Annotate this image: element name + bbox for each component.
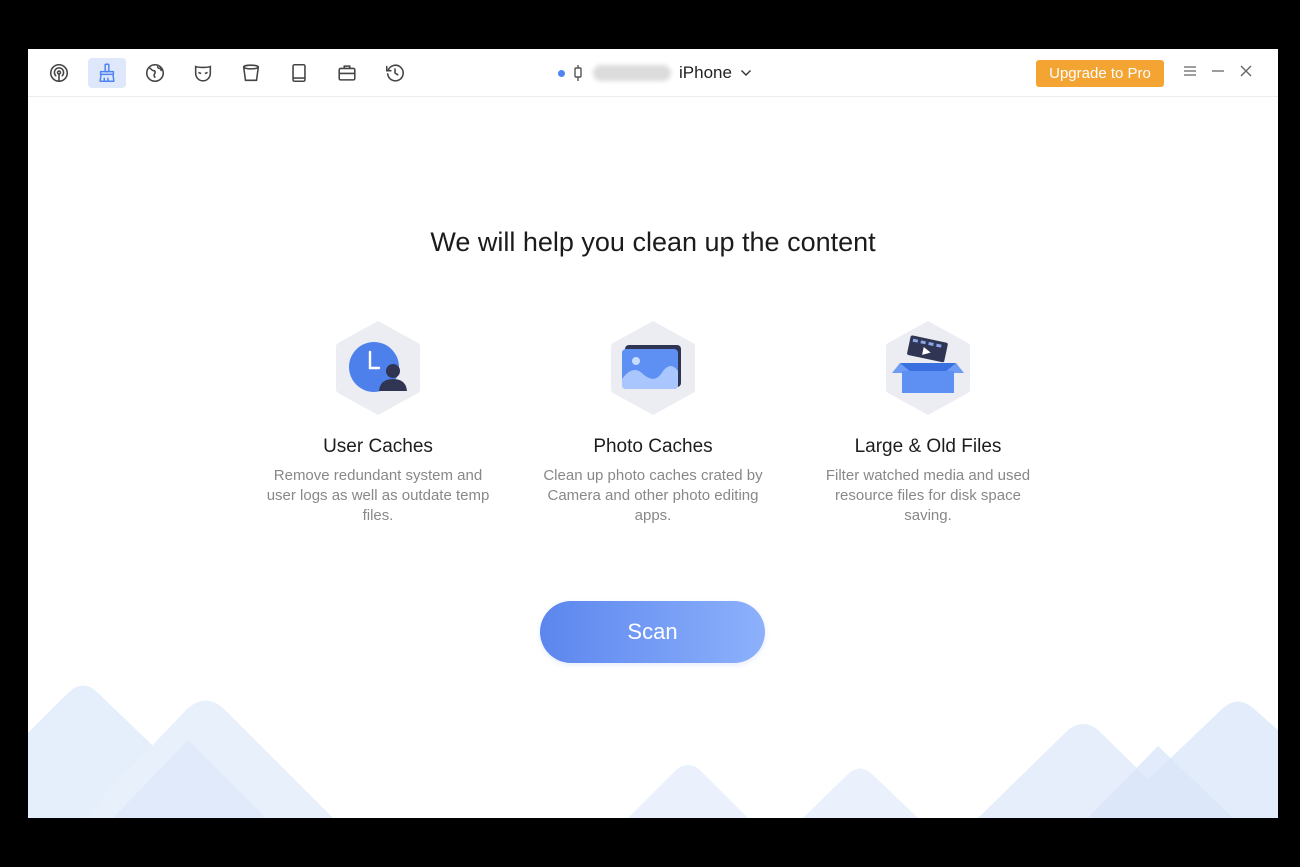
- scan-button[interactable]: Scan: [540, 601, 765, 663]
- book-icon[interactable]: [280, 58, 318, 88]
- page-headline: We will help you clean up the content: [430, 227, 876, 257]
- title-bar: iPhone Upgrade to Pro: [28, 49, 1278, 97]
- feature-user-caches: User Caches Remove redundant system and …: [263, 319, 493, 526]
- feature-description: Clean up photo caches crated by Camera a…: [543, 467, 763, 524]
- box-files-icon: [886, 321, 970, 415]
- feature-title: Large & Old Files: [854, 436, 1002, 457]
- feature-description: Filter watched media and used resource f…: [825, 467, 1031, 524]
- user-clock-icon: [336, 321, 420, 415]
- chevron-down-icon: [740, 70, 751, 76]
- device-owner-name-redacted: [593, 65, 671, 81]
- feature-title: User Caches: [323, 436, 433, 457]
- feature-large-old-files: Large & Old Files Filter watched media a…: [813, 319, 1043, 526]
- menu-icon[interactable]: [1180, 61, 1200, 81]
- briefcase-icon[interactable]: [328, 58, 366, 88]
- background-mountains: [28, 685, 1278, 818]
- app-window: iPhone Upgrade to Pro We will help you c…: [28, 49, 1278, 818]
- globe-icon[interactable]: [136, 58, 174, 88]
- feature-photo-caches: Photo Caches Clean up photo caches crate…: [538, 319, 768, 526]
- connection-status-dot: [558, 69, 565, 77]
- close-icon[interactable]: [1236, 61, 1256, 81]
- feature-title: Photo Caches: [593, 436, 713, 457]
- photo-icon: [611, 321, 695, 415]
- usb-cable-icon: [574, 65, 582, 81]
- broom-icon[interactable]: [88, 58, 126, 88]
- device-name: iPhone: [679, 63, 732, 82]
- minimize-icon[interactable]: [1208, 61, 1228, 81]
- device-selector[interactable]: iPhone: [558, 62, 752, 84]
- upgrade-button[interactable]: Upgrade to Pro: [1036, 60, 1164, 87]
- trash-bin-icon[interactable]: [232, 58, 270, 88]
- history-icon[interactable]: [376, 58, 414, 88]
- feature-description: Remove redundant system and user logs as…: [266, 467, 490, 524]
- mask-icon[interactable]: [184, 58, 222, 88]
- signal-icon[interactable]: [40, 58, 78, 88]
